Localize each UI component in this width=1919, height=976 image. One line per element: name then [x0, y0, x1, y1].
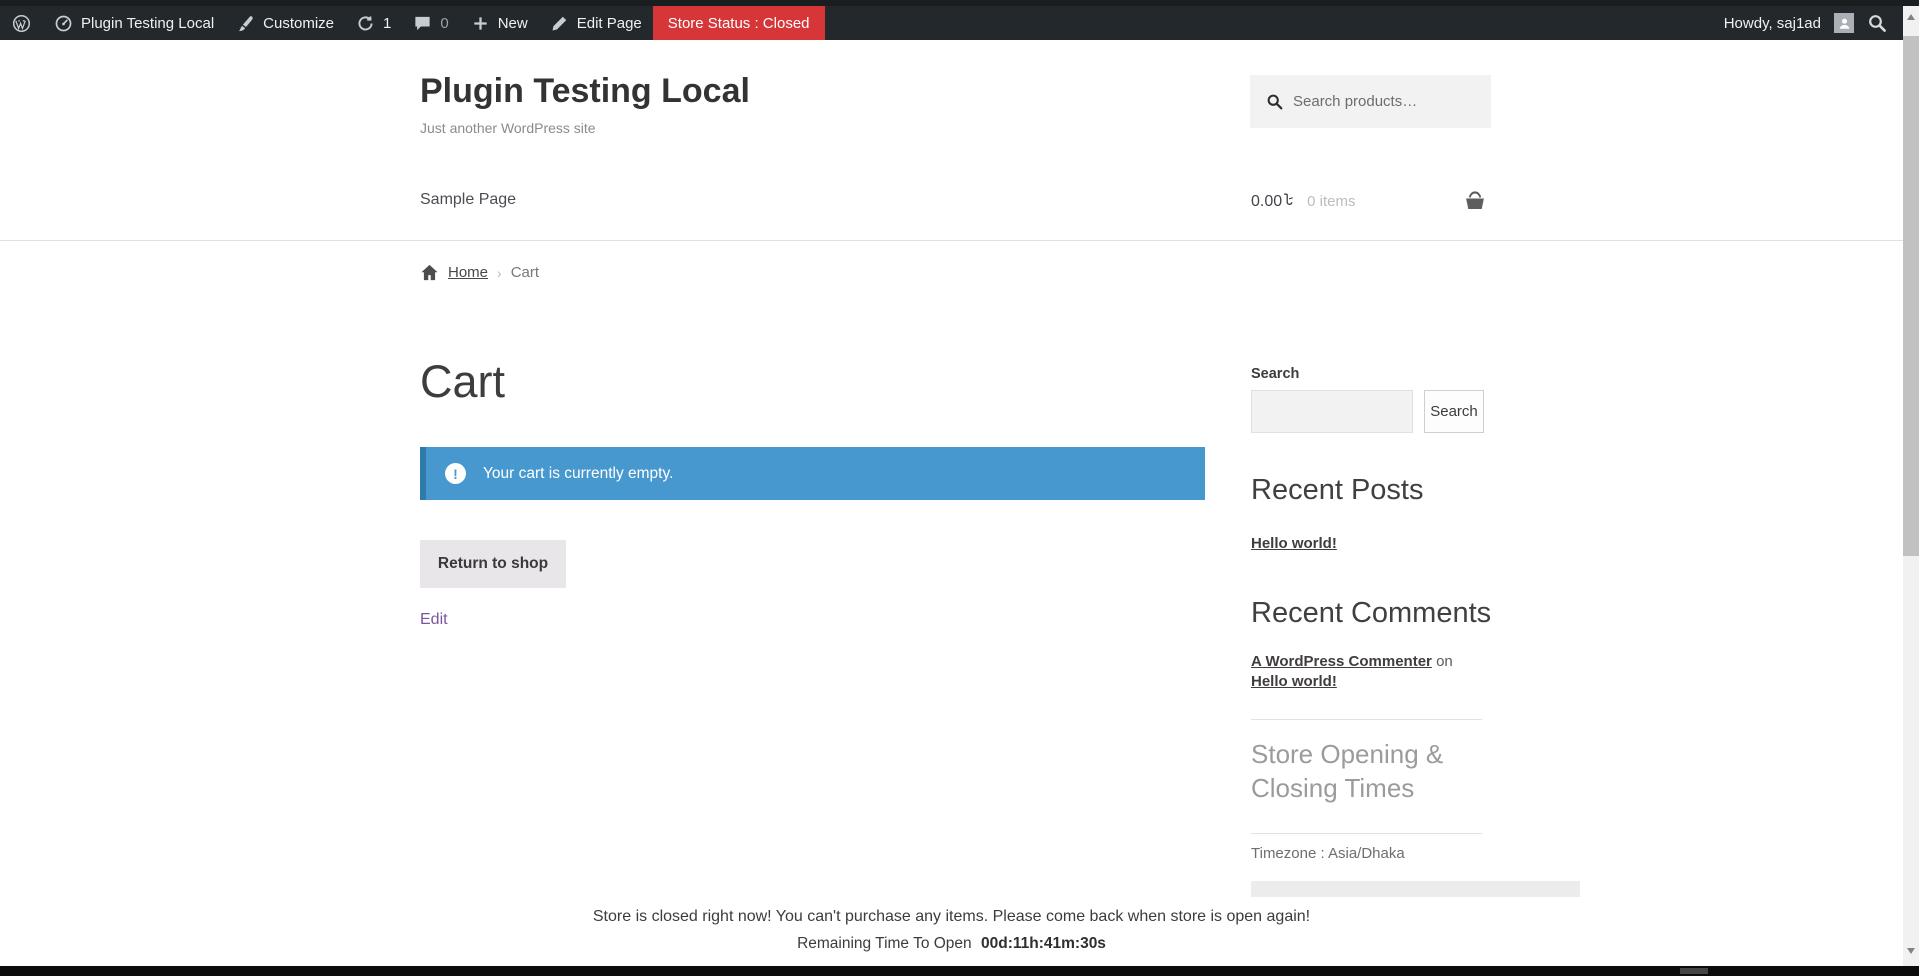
product-search-input[interactable] [1293, 75, 1491, 128]
admin-bar-site-menu[interactable]: Plugin Testing Local [43, 6, 225, 40]
admin-bar-site-name: Plugin Testing Local [81, 14, 215, 32]
recent-posts-title: Recent Posts [1251, 474, 1424, 506]
comment-post-link[interactable]: Hello world! [1251, 673, 1337, 690]
scrollbar-thumb[interactable] [1903, 36, 1919, 556]
admin-bar-left: Plugin Testing Local Customize 1 0 New E… [0, 6, 825, 40]
updates-icon [356, 14, 375, 33]
sidebar-search-button[interactable]: Search [1424, 390, 1484, 433]
cart-items-count: 0 items [1307, 193, 1356, 210]
wordpress-logo-icon[interactable] [0, 6, 43, 40]
recent-comments-title: Recent Comments [1251, 597, 1492, 629]
window-top-edge [0, 0, 1919, 6]
store-times-title: Store Opening & Closing Times [1251, 739, 1444, 803]
comments-bubble-icon [413, 14, 432, 33]
cart-total-amount: 0.00 [1251, 193, 1283, 210]
plus-icon [471, 14, 490, 33]
admin-bar-customize[interactable]: Customize [225, 6, 345, 40]
sidebar-search-input[interactable] [1251, 390, 1413, 433]
site-tagline: Just another WordPress site [420, 120, 596, 136]
recent-comment-item: A WordPress Commenter on Hello world! [1251, 652, 1493, 692]
admin-bar-customize-label: Customize [263, 14, 335, 32]
timezone-label: Timezone : Asia/Dhaka [1251, 845, 1405, 862]
admin-bar-edit-page-label: Edit Page [576, 14, 642, 32]
basket-icon[interactable] [1463, 188, 1487, 212]
nav-item-sample-page[interactable]: Sample Page [420, 191, 516, 209]
bottom-bar-notch [1680, 968, 1708, 974]
breadcrumb: Home › Cart [420, 263, 539, 282]
scroll-up-icon[interactable] [1907, 14, 1915, 20]
admin-bar-right: Howdy, saj1ad [1724, 6, 1903, 40]
admin-bar-edit-page[interactable]: Edit Page [539, 6, 653, 40]
taka-currency-icon [1282, 191, 1294, 206]
admin-bar-comments[interactable]: 0 [402, 6, 459, 40]
howdy-label[interactable]: Howdy, saj1ad [1724, 15, 1821, 32]
breadcrumb-current: Cart [510, 264, 540, 281]
header-divider [0, 240, 1903, 241]
window-bottom-edge [0, 966, 1919, 976]
page-title: Cart [420, 356, 506, 407]
product-search-box [1250, 75, 1491, 128]
info-icon: ! [445, 463, 466, 484]
admin-bar-updates[interactable]: 1 [345, 6, 402, 40]
cart-empty-notice-text: Your cart is currently empty. [483, 464, 674, 482]
avatar[interactable] [1834, 13, 1854, 33]
widget-divider [1251, 833, 1482, 834]
customize-brush-icon [236, 14, 255, 33]
countdown-value: 00d:11h:41m:30s [981, 935, 1106, 952]
cart-total: 0.00 [1251, 191, 1294, 211]
wp-admin-bar: Plugin Testing Local Customize 1 0 New E… [0, 6, 1903, 40]
screen: Plugin Testing Local Customize 1 0 New E… [0, 0, 1919, 976]
store-closed-banner: Store is closed right now! You can't pur… [0, 897, 1903, 966]
updates-count: 1 [383, 14, 392, 32]
store-status-label: Store Status : Closed [667, 14, 810, 32]
breadcrumb-home-link[interactable]: Home [448, 264, 488, 281]
site-title[interactable]: Plugin Testing Local [420, 72, 750, 111]
admin-search-icon[interactable] [1867, 13, 1887, 33]
store-status-badge[interactable]: Store Status : Closed [652, 6, 825, 40]
vertical-scrollbar[interactable] [1903, 0, 1919, 976]
sidebar-search-label: Search [1251, 366, 1300, 382]
comment-connector: on [1436, 653, 1453, 670]
recent-post-link[interactable]: Hello world! [1251, 535, 1337, 552]
admin-bar-new-label: New [497, 14, 528, 32]
home-icon[interactable] [420, 263, 439, 282]
dashboard-gauge-icon [54, 14, 73, 33]
cart-empty-notice: ! Your cart is currently empty. [420, 447, 1205, 500]
breadcrumb-separator: › [497, 264, 502, 281]
comments-count: 0 [440, 14, 449, 32]
widget-divider [1251, 719, 1482, 720]
admin-bar-new[interactable]: New [460, 6, 539, 40]
store-countdown-line: Remaining Time To Open 00d:11h:41m:30s [0, 935, 1903, 953]
header-cart-summary[interactable]: 0.00 0 items [1251, 191, 1356, 211]
comment-author-link[interactable]: A WordPress Commenter [1251, 653, 1432, 670]
edit-page-link[interactable]: Edit [420, 611, 448, 629]
scroll-down-icon[interactable] [1907, 948, 1915, 954]
store-times-table-header [1251, 881, 1580, 898]
product-search-icon [1267, 94, 1283, 110]
store-closed-message: Store is closed right now! You can't pur… [592, 908, 1311, 925]
countdown-prefix: Remaining Time To Open [797, 935, 972, 952]
edit-pencil-icon [550, 14, 569, 33]
return-to-shop-button[interactable]: Return to shop [420, 540, 566, 588]
